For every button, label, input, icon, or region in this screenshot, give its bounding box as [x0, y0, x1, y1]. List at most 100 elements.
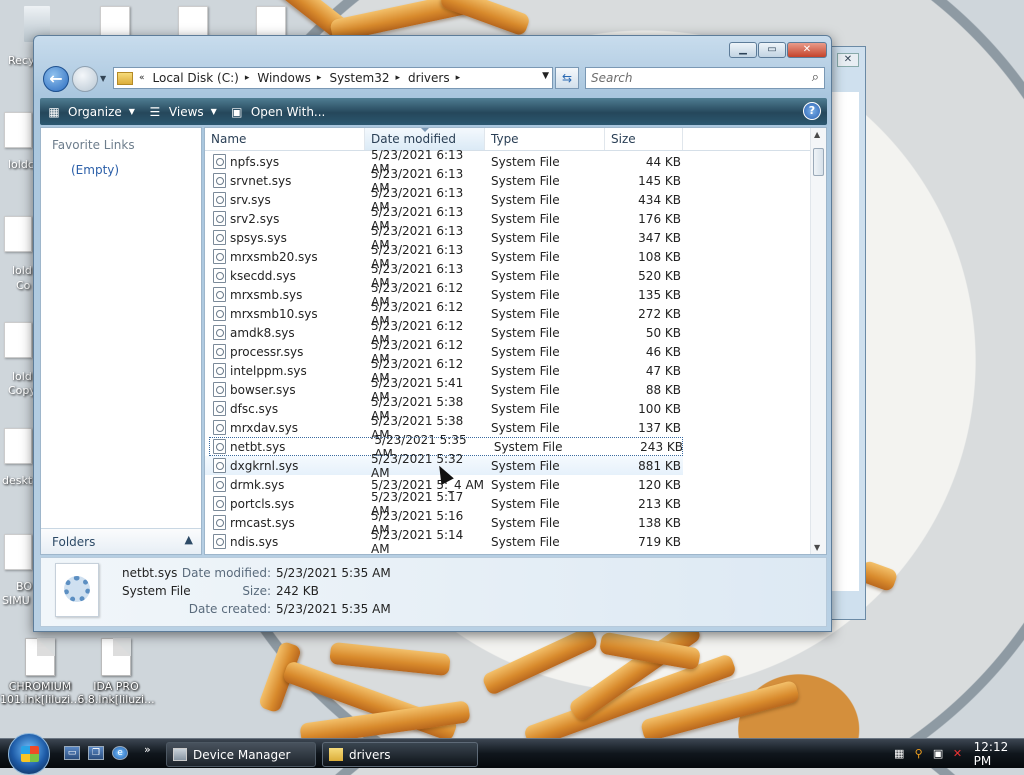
file-row[interactable]: mrxsmb20.sys 5/23/2021 6:13 AM System File…	[205, 243, 811, 271]
folders-toggle[interactable]: Folders ▲	[41, 528, 201, 554]
breadcrumb-separator-icon[interactable]: ▸	[456, 73, 461, 83]
desktop-label[interactable]: lold	[12, 370, 32, 383]
breadcrumb-drivers[interactable]: drivers	[408, 71, 450, 85]
task-device-manager[interactable]: Device Manager	[166, 742, 316, 767]
desktop-label[interactable]: loldc	[8, 158, 34, 171]
search-tray-icon[interactable]: ⚲	[911, 746, 925, 762]
file-row[interactable]: dfsc.sys 5/23/2021 5:38 AM System File 100 …	[205, 395, 811, 423]
address-overflow-chevron[interactable]: «	[139, 73, 145, 83]
scroll-down-icon[interactable]: ▼	[814, 543, 820, 552]
desktop-label-recycle[interactable]: Recy	[8, 54, 34, 67]
volume-muted-icon[interactable]: ✕	[950, 746, 964, 762]
file-name: drmk.sys	[230, 477, 285, 492]
desktop-label[interactable]: SIMU	[2, 594, 30, 607]
file-row[interactable]: mrxsmb10.sys 5/23/2021 6:12 AM System File…	[205, 300, 811, 328]
column-header-name[interactable]: Name	[205, 128, 365, 150]
scroll-up-icon[interactable]: ▲	[814, 130, 820, 139]
breadcrumb-windows[interactable]: Windows	[257, 71, 311, 85]
file-row[interactable]: intelppm.sys 5/23/2021 6:12 AM System File…	[205, 357, 811, 385]
file-row[interactable]: bowser.sys 5/23/2021 5:41 AM System File 88…	[205, 376, 811, 404]
chevron-up-icon: ▲	[184, 533, 193, 546]
breadcrumb-separator-icon[interactable]: ▸	[317, 73, 322, 83]
file-size: 100 KB	[638, 401, 681, 416]
desktop-shortcut-ida-pro[interactable]: IDA PRO 6.8.lnk[liluzi...	[76, 638, 156, 706]
system-file-icon	[213, 249, 226, 264]
file-type: System File	[491, 211, 560, 226]
back-arrow-icon: ←	[49, 69, 63, 88]
clock[interactable]: 12:12 PM	[974, 740, 1024, 768]
explorer-window[interactable]: ▁ ▭ ✕ ← ▼ « Local Disk (C:) ▸ Windows ▸ …	[33, 35, 832, 632]
file-row[interactable]: amdk8.sys 5/23/2021 6:12 AM System File 50 …	[205, 319, 811, 347]
file-row[interactable]: ksecdd.sys 5/23/2021 6:13 AM System File 52…	[205, 262, 811, 290]
vertical-scrollbar[interactable]: ▲ ▼	[810, 128, 826, 554]
switch-windows-icon[interactable]: ❐	[88, 746, 104, 760]
file-name: mrxsmb10.sys	[230, 306, 318, 321]
favorite-links-heading: Favorite Links	[52, 138, 135, 152]
file-row[interactable]: rmcast.sys 5/23/2021 5:16 AM System File 13…	[205, 509, 811, 537]
file-row[interactable]: processr.sys 5/23/2021 6:12 AM System File…	[205, 338, 811, 366]
show-desktop-icon[interactable]: ▭	[64, 746, 80, 760]
maximize-button[interactable]: ▭	[758, 42, 786, 58]
file-row[interactable]: mrxsmb.sys 5/23/2021 6:12 AM System File 13…	[205, 281, 811, 309]
connection-icon[interactable]: ▣	[931, 746, 945, 762]
file-row[interactable]: npfs.sys 5/23/2021 6:13 AM System File 44 K…	[205, 148, 811, 176]
file-name: srv.sys	[230, 192, 271, 207]
column-header-type[interactable]: Type	[485, 128, 605, 150]
breadcrumb-system32[interactable]: System32	[329, 71, 389, 85]
forward-button[interactable]	[72, 66, 98, 92]
system-file-icon	[213, 534, 226, 549]
desktop-label[interactable]: Copy	[8, 384, 36, 397]
desktop-doc-icon[interactable]	[4, 112, 32, 148]
desktop-doc-icon[interactable]	[4, 534, 32, 570]
file-type: System File	[491, 192, 560, 207]
help-button[interactable]: ?	[803, 102, 821, 120]
file-row[interactable]: srv2.sys 5/23/2021 6:13 AM System File 176 …	[205, 205, 811, 233]
desktop-shortcut-chromium[interactable]: CHROMIUM 101.lnk[liluzi...	[0, 638, 81, 706]
file-row[interactable]: srvnet.sys 5/23/2021 6:13 AM System File 14…	[205, 167, 811, 195]
breadcrumb-separator-icon[interactable]: ▸	[245, 73, 250, 83]
desktop-label[interactable]: BO	[16, 580, 32, 593]
close-button[interactable]: ✕	[787, 42, 827, 58]
refresh-button[interactable]: ⇆	[555, 67, 579, 89]
start-button[interactable]	[8, 733, 50, 775]
background-window[interactable]: ✕	[828, 46, 866, 620]
file-size: 46 KB	[645, 344, 681, 359]
file-type: System File	[491, 401, 560, 416]
organize-button[interactable]: ▦ Organize ▼	[40, 98, 141, 125]
file-row[interactable]: srv.sys 5/23/2021 6:13 AM System File 434 K…	[205, 186, 811, 214]
breadcrumb-local-disk[interactable]: Local Disk (C:)	[153, 71, 239, 85]
desktop-doc-icon[interactable]	[4, 216, 32, 252]
file-row[interactable]: drmk.sys 5/23/2021 5:_4 AM System File 120 …	[205, 475, 811, 494]
recent-pages-dropdown-icon[interactable]: ▼	[100, 74, 106, 83]
file-row[interactable]: portcls.sys 5/23/2021 5:17 AM System File 2…	[205, 490, 811, 518]
file-row[interactable]: ndis.sys 5/23/2021 5:14 AM System File 719 …	[205, 528, 811, 554]
command-toolbar: ▦ Organize ▼ ☰ Views ▼ ▣ Open With... ?	[40, 98, 827, 125]
back-button[interactable]: ←	[43, 66, 69, 92]
file-row[interactable]: spsys.sys 5/23/2021 6:13 AM System File 347…	[205, 224, 811, 252]
internet-explorer-icon[interactable]: e	[112, 746, 128, 760]
search-input[interactable]: Search ⌕	[585, 67, 825, 89]
address-bar[interactable]: « Local Disk (C:) ▸ Windows ▸ System32 ▸…	[113, 67, 553, 89]
desktop-doc-icon[interactable]	[4, 322, 32, 358]
breadcrumb-separator-icon[interactable]: ▸	[395, 73, 400, 83]
search-icon[interactable]: ⌕	[812, 70, 819, 85]
scrollbar-thumb[interactable]	[813, 148, 824, 176]
desktop-label[interactable]: deskt	[2, 474, 32, 487]
desktop-label[interactable]: Co	[16, 279, 30, 292]
desktop-label[interactable]: lold	[12, 264, 32, 277]
column-header-size[interactable]: Size	[605, 128, 683, 150]
system-file-icon	[55, 563, 99, 617]
background-window-close-button[interactable]: ✕	[837, 53, 859, 67]
system-file-icon	[213, 306, 226, 321]
file-row[interactable]: mrxdav.sys 5/23/2021 5:38 AM System File 13…	[205, 414, 811, 442]
open-with-button[interactable]: ▣ Open With...	[223, 98, 332, 125]
desktop-doc-icon[interactable]	[4, 428, 32, 464]
network-icon[interactable]: ▦	[892, 746, 906, 762]
quick-launch-more-icon[interactable]: »	[144, 743, 151, 756]
address-dropdown-icon[interactable]: ▼	[542, 71, 549, 81]
views-button[interactable]: ☰ Views ▼	[141, 98, 223, 125]
file-size: 47 KB	[645, 363, 681, 378]
task-drivers[interactable]: drivers	[322, 742, 478, 767]
minimize-button[interactable]: ▁	[729, 42, 757, 58]
file-size: 88 KB	[645, 382, 681, 397]
